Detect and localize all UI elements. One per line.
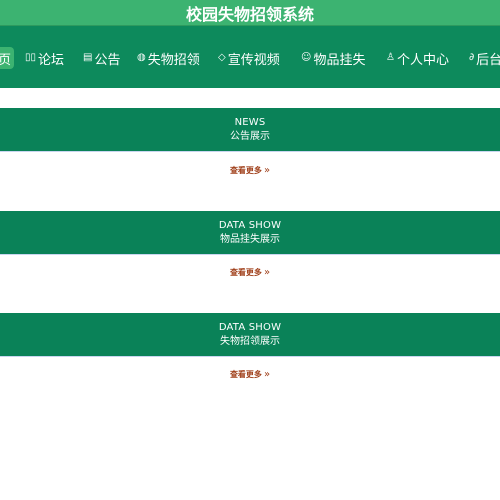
section-title-en: DATA SHOW <box>218 219 282 231</box>
nav-item-label: 失物招领 <box>147 52 200 68</box>
section-header-lost-found: DATA SHOW 失物招领展示 <box>0 313 500 357</box>
globe-icon: ◍ <box>137 52 146 63</box>
nav-item-notice[interactable]: ▤ 公告 <box>83 46 120 70</box>
section-header-lost-report: DATA SHOW 物品挂失展示 <box>0 211 500 255</box>
nav-item-admin[interactable]: ∂ 后台 <box>469 46 500 70</box>
nav-item-profile[interactable]: ♙ 个人中心 <box>386 46 449 70</box>
nav-item-label: 页 <box>0 52 12 68</box>
app-title-bar: 校园失物招领系统 <box>0 0 500 26</box>
view-more-label: 查看更多 <box>229 370 262 379</box>
section-header-news: NEWS 公告展示 <box>0 108 500 152</box>
nav-item-label: 个人中心 <box>396 52 449 68</box>
app-title: 校园失物招领系统 <box>185 4 314 24</box>
nav-item-label: 物品挂失 <box>313 52 366 68</box>
view-more-link[interactable]: 查看更多» <box>0 165 500 176</box>
double-chevron-right-icon: » <box>263 369 271 380</box>
tag-icon: ◇ <box>218 52 226 63</box>
nav-item-label: 后台 <box>476 52 500 68</box>
view-more-label: 查看更多 <box>229 166 262 175</box>
nav-item-label: 公告 <box>94 52 121 68</box>
section-title-cn: 失物招领展示 <box>220 335 280 347</box>
section-title-en: DATA SHOW <box>218 321 282 333</box>
nav-item-video[interactable]: ◇ 宣传视频 <box>218 46 280 70</box>
link-icon: ∂ <box>469 52 475 63</box>
nav-item-forum[interactable]: ▯▯ 论坛 <box>25 46 64 70</box>
section-title-cn: 物品挂失展示 <box>220 233 280 245</box>
nav-item-home[interactable]: 页 <box>0 47 15 69</box>
nav-item-label: 论坛 <box>38 52 65 68</box>
nav-item-lost-found[interactable]: ◍ 失物招领 <box>137 46 200 70</box>
double-chevron-right-icon: » <box>263 165 271 176</box>
main-nav: 页 ▯▯ 论坛 ▤ 公告 ◍ 失物招领 ◇ 宣传视频 ☺ 物品挂失 ♙ 个人中心… <box>0 26 500 88</box>
nav-item-report-loss[interactable]: ☺ 物品挂失 <box>301 46 365 70</box>
view-more-label: 查看更多 <box>229 268 262 277</box>
smile-icon: ☺ <box>301 52 312 63</box>
nav-item-label: 宣传视频 <box>227 52 280 68</box>
view-more-link[interactable]: 查看更多» <box>0 267 500 278</box>
double-chevron-right-icon: » <box>263 267 271 278</box>
forum-icon: ▯▯ <box>25 52 37 63</box>
view-more-link[interactable]: 查看更多» <box>0 369 500 380</box>
section-title-cn: 公告展示 <box>230 130 270 142</box>
section-title-en: NEWS <box>234 116 266 128</box>
notice-icon: ▤ <box>83 52 93 63</box>
user-icon: ♙ <box>386 52 395 63</box>
